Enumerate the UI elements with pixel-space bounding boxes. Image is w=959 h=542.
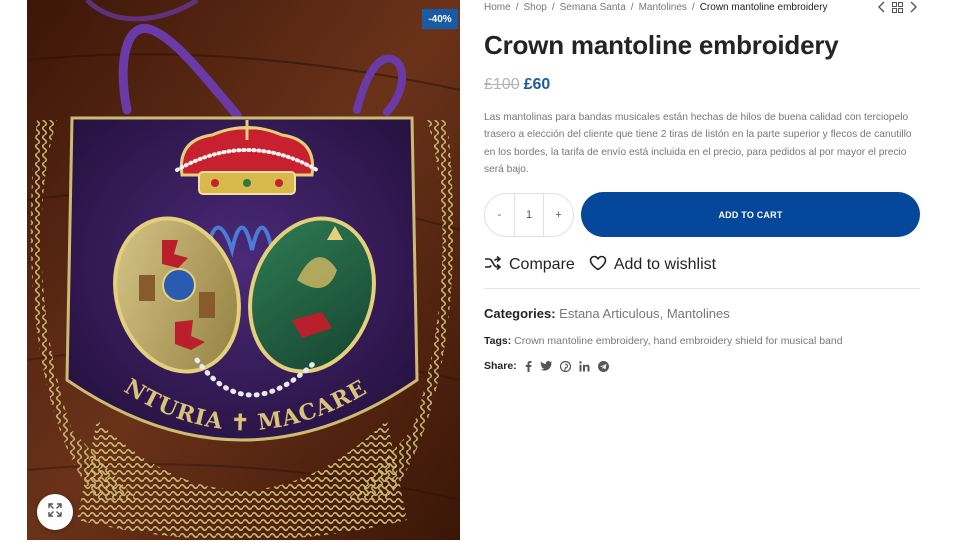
quantity-plus-button[interactable]: + <box>544 194 573 236</box>
facebook-icon[interactable] <box>525 360 532 372</box>
product-categories: Categories: Estana Articulous, Mantoline… <box>484 306 730 321</box>
category-link[interactable]: Estana Articulous <box>559 306 659 321</box>
shuffle-icon <box>484 255 502 276</box>
breadcrumb-shop[interactable]: Shop <box>523 2 546 13</box>
share-bar: Share: <box>484 359 609 373</box>
grid-icon[interactable] <box>892 1 903 13</box>
category-link[interactable]: Mantolines <box>667 306 730 321</box>
breadcrumb-current: Crown mantoline embroidery <box>699 1 828 13</box>
product-description: Las mantolinas para bandas musicales est… <box>484 112 912 175</box>
pinterest-icon[interactable] <box>559 360 571 372</box>
breadcrumb: Home / Shop / Semana Santa / Mantolines … <box>484 0 828 14</box>
product-navigation <box>877 0 918 14</box>
old-price: £100 <box>484 76 520 93</box>
breadcrumb-separator: / <box>515 1 519 13</box>
product-tags: Tags: Crown mantoline embroidery, hand e… <box>484 335 843 347</box>
categories-label: Categories: <box>484 306 556 321</box>
linkedin-icon[interactable] <box>578 360 590 372</box>
quantity-stepper: - + <box>484 193 574 237</box>
wishlist-label: Add to wishlist <box>613 256 717 273</box>
share-icons <box>525 360 609 372</box>
tag-link[interactable]: hand embroidery shield for musical band <box>653 335 842 347</box>
chevron-left-icon[interactable] <box>877 1 887 13</box>
expand-icon <box>47 502 63 523</box>
divider <box>484 288 920 289</box>
breadcrumb-separator: / <box>551 1 555 13</box>
product-price: £100 £60 <box>484 76 550 94</box>
quantity-input[interactable] <box>514 194 544 236</box>
wishlist-button[interactable]: Add to wishlist <box>589 255 716 276</box>
tags-label: Tags: <box>484 335 512 347</box>
tag-link[interactable]: Crown mantoline embroidery <box>514 335 647 347</box>
breadcrumb-separator: / <box>630 1 634 13</box>
breadcrumb-semana-santa[interactable]: Semana Santa <box>560 2 626 13</box>
compare-label: Compare <box>509 256 575 273</box>
add-to-cart-button[interactable]: ADD TO CART <box>581 192 920 237</box>
telegram-icon[interactable] <box>597 360 609 372</box>
breadcrumb-mantolines[interactable]: Mantolines <box>639 2 687 13</box>
breadcrumb-home[interactable]: Home <box>484 2 511 13</box>
chevron-right-icon[interactable] <box>908 1 918 13</box>
product-actions: Compare Add to wishlist <box>484 255 716 275</box>
zoom-button[interactable] <box>37 494 73 530</box>
share-label: Share: <box>484 360 517 372</box>
product-title: Crown mantoline embroidery <box>484 30 839 60</box>
heart-icon <box>589 255 607 276</box>
breadcrumb-separator: / <box>691 1 695 13</box>
product-image[interactable]: CENTURIA ✝ MACARENA <box>27 0 460 540</box>
quantity-minus-button[interactable]: - <box>485 194 514 236</box>
twitter-icon[interactable] <box>540 361 552 371</box>
sale-price: £60 <box>523 76 551 93</box>
compare-button[interactable]: Compare <box>484 255 575 276</box>
sale-badge: -40% <box>422 9 458 29</box>
